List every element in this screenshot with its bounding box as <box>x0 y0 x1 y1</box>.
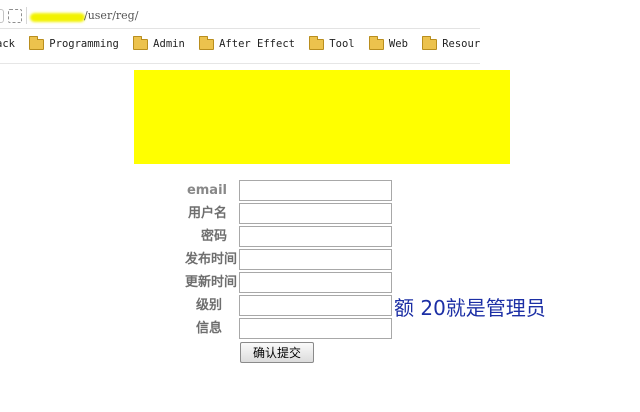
forward-button-edge[interactable] <box>0 9 4 23</box>
update-time-label: 更新时间 <box>184 275 237 290</box>
bookmark-programming[interactable]: Programming <box>29 35 119 50</box>
submit-button[interactable]: 确认提交 <box>240 342 314 363</box>
level-note: 额 20就是管理员 <box>394 296 546 320</box>
folder-icon <box>309 35 325 50</box>
username-label: 用户名 <box>187 206 227 221</box>
bookmark-label: Tool <box>329 38 355 50</box>
bookmark-label: Web <box>388 38 408 50</box>
folder-icon <box>422 35 438 50</box>
publish-time-label: 发布时间 <box>184 252 237 267</box>
bookmark-label: ack <box>0 38 15 50</box>
info-label: 信息 <box>195 321 222 336</box>
redacted-host <box>30 13 85 22</box>
info-field[interactable] <box>239 318 392 339</box>
bookmark-label: Resources <box>442 38 480 50</box>
password-label: 密码 <box>200 229 227 244</box>
password-field[interactable] <box>239 226 392 247</box>
bookmark-resources[interactable]: Resources <box>422 35 480 50</box>
browser-chrome: /user/reg/ ack Programming Admin After E… <box>0 0 480 64</box>
bookmark-web[interactable]: Web <box>368 35 408 50</box>
bookmark-label: Admin <box>153 38 185 50</box>
publish-time-field[interactable] <box>239 249 392 270</box>
address-bar[interactable]: /user/reg/ <box>0 4 480 29</box>
url-path[interactable]: /user/reg/ <box>84 9 138 22</box>
address-divider <box>26 7 27 24</box>
username-field[interactable] <box>239 203 392 224</box>
level-label: 级别 <box>195 298 222 313</box>
bookmark-label: After Effect <box>219 38 295 50</box>
folder-icon <box>368 35 384 50</box>
bookmark-ack[interactable]: ack <box>0 38 15 50</box>
level-field[interactable] <box>239 295 392 316</box>
bookmark-admin[interactable]: Admin <box>133 35 185 50</box>
email-label: email <box>186 183 227 198</box>
page-icon <box>8 9 22 23</box>
folder-icon <box>133 35 149 50</box>
folder-icon <box>29 35 45 50</box>
update-time-field[interactable] <box>239 272 392 293</box>
bookmarks-bar: ack Programming Admin After Effect Tool … <box>0 29 480 64</box>
bookmark-after-effect[interactable]: After Effect <box>199 35 295 50</box>
bookmark-tool[interactable]: Tool <box>309 35 355 50</box>
email-field[interactable] <box>239 180 392 201</box>
folder-icon <box>199 35 215 50</box>
bookmark-label: Programming <box>49 38 119 50</box>
banner <box>134 70 510 164</box>
